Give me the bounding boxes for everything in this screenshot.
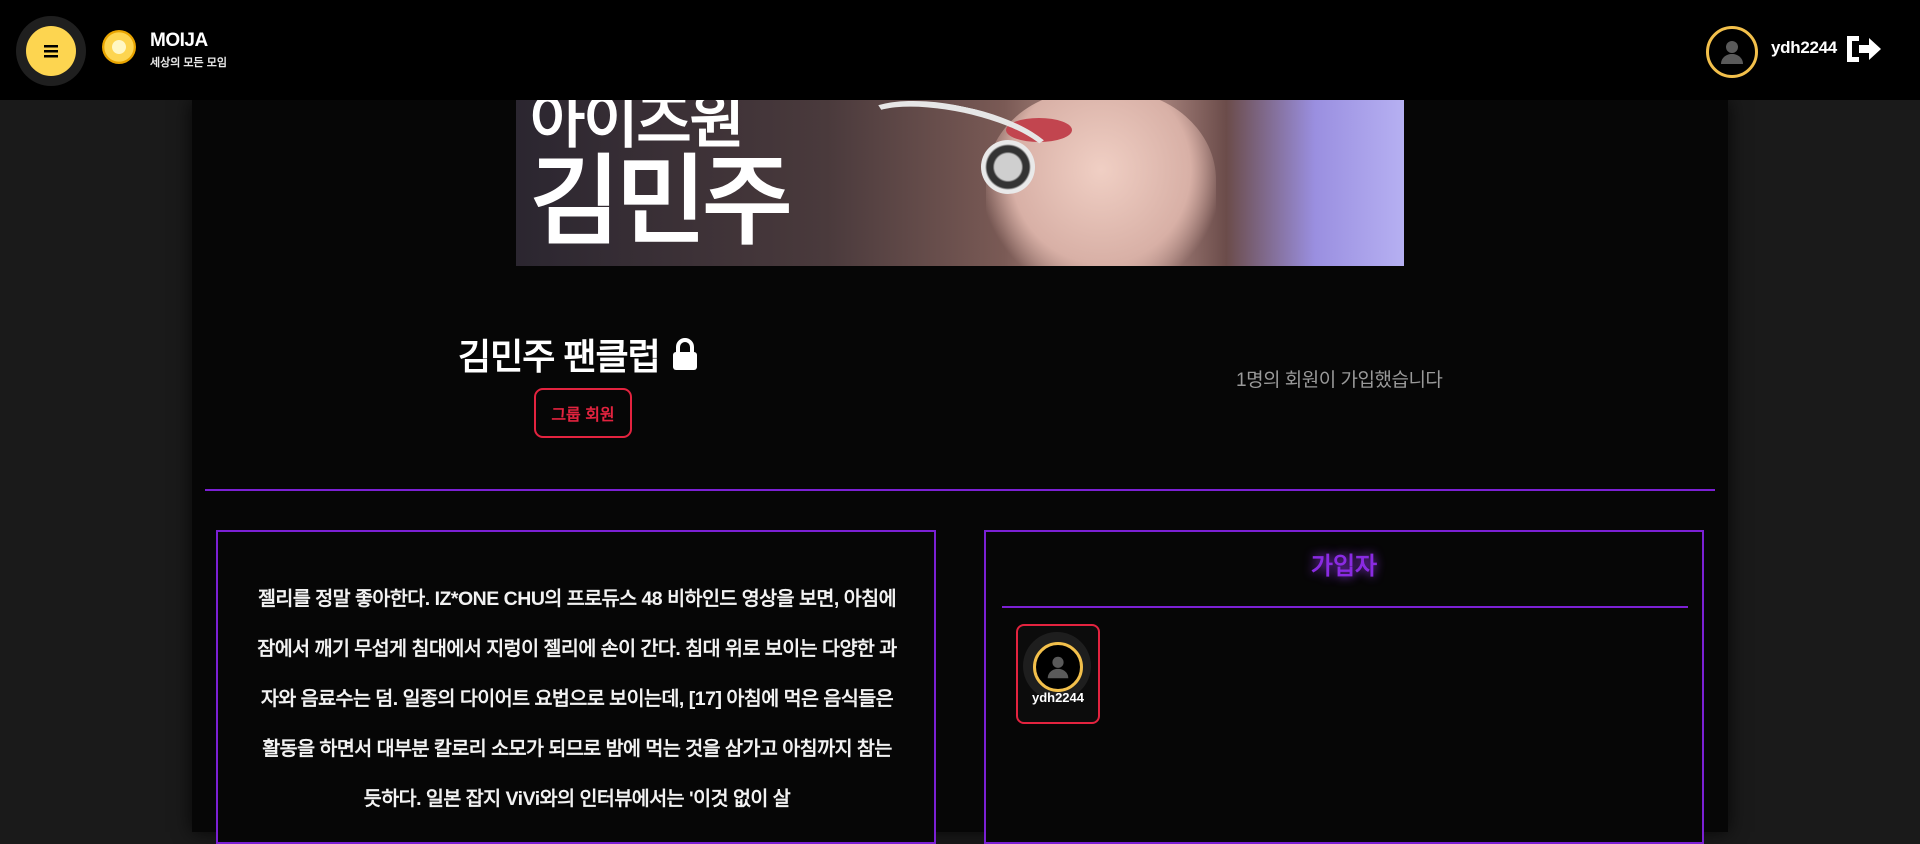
member-count-text: 1명의 회원이 가입했습니다 — [1236, 370, 1443, 391]
group-description-box: 젤리를 정말 좋아한다. IZ*ONE CHU의 프로듀스 48 비하인드 영상… — [216, 530, 936, 844]
brand-tagline: 세상의 모든 모임 — [150, 57, 227, 69]
section-divider — [205, 489, 1715, 491]
logout-icon[interactable] — [1843, 32, 1883, 66]
member-status-badge[interactable]: 그룹 회원 — [534, 388, 632, 438]
banner-headset-mic — [981, 140, 1035, 194]
user-avatar-icon[interactable] — [1706, 26, 1758, 78]
username-label[interactable]: ydh2244 — [1771, 38, 1837, 58]
member-card[interactable]: ydh2244 — [1016, 624, 1100, 724]
top-navigation-bar: MOIJA 세상의 모든 모임 ydh2244 — [0, 0, 1920, 100]
group-title-text: 김민주 팬클럽 — [458, 336, 661, 377]
banner-text-line1: 아이즈원 — [530, 100, 745, 155]
group-banner-image: 아이즈원 김민주 — [516, 100, 1404, 266]
group-description-text: 젤리를 정말 좋아한다. IZ*ONE CHU의 프로듀스 48 비하인드 영상… — [257, 588, 897, 810]
members-title: 가입자 — [1310, 553, 1378, 580]
members-box: 가입자 ydh2244 — [984, 530, 1704, 844]
brand-logo-icon[interactable] — [102, 30, 136, 64]
brand-name[interactable]: MOIJA — [150, 30, 208, 52]
member-avatar-icon — [1033, 642, 1083, 692]
lock-icon — [672, 338, 697, 370]
members-divider — [1002, 606, 1688, 608]
menu-button-wrapper — [16, 16, 86, 86]
banner-text-line2: 김민주 — [530, 146, 792, 256]
member-username: ydh2244 — [1031, 690, 1085, 705]
hamburger-menu-icon[interactable] — [26, 26, 76, 76]
group-title: 김민주 팬클럽 — [458, 328, 700, 380]
